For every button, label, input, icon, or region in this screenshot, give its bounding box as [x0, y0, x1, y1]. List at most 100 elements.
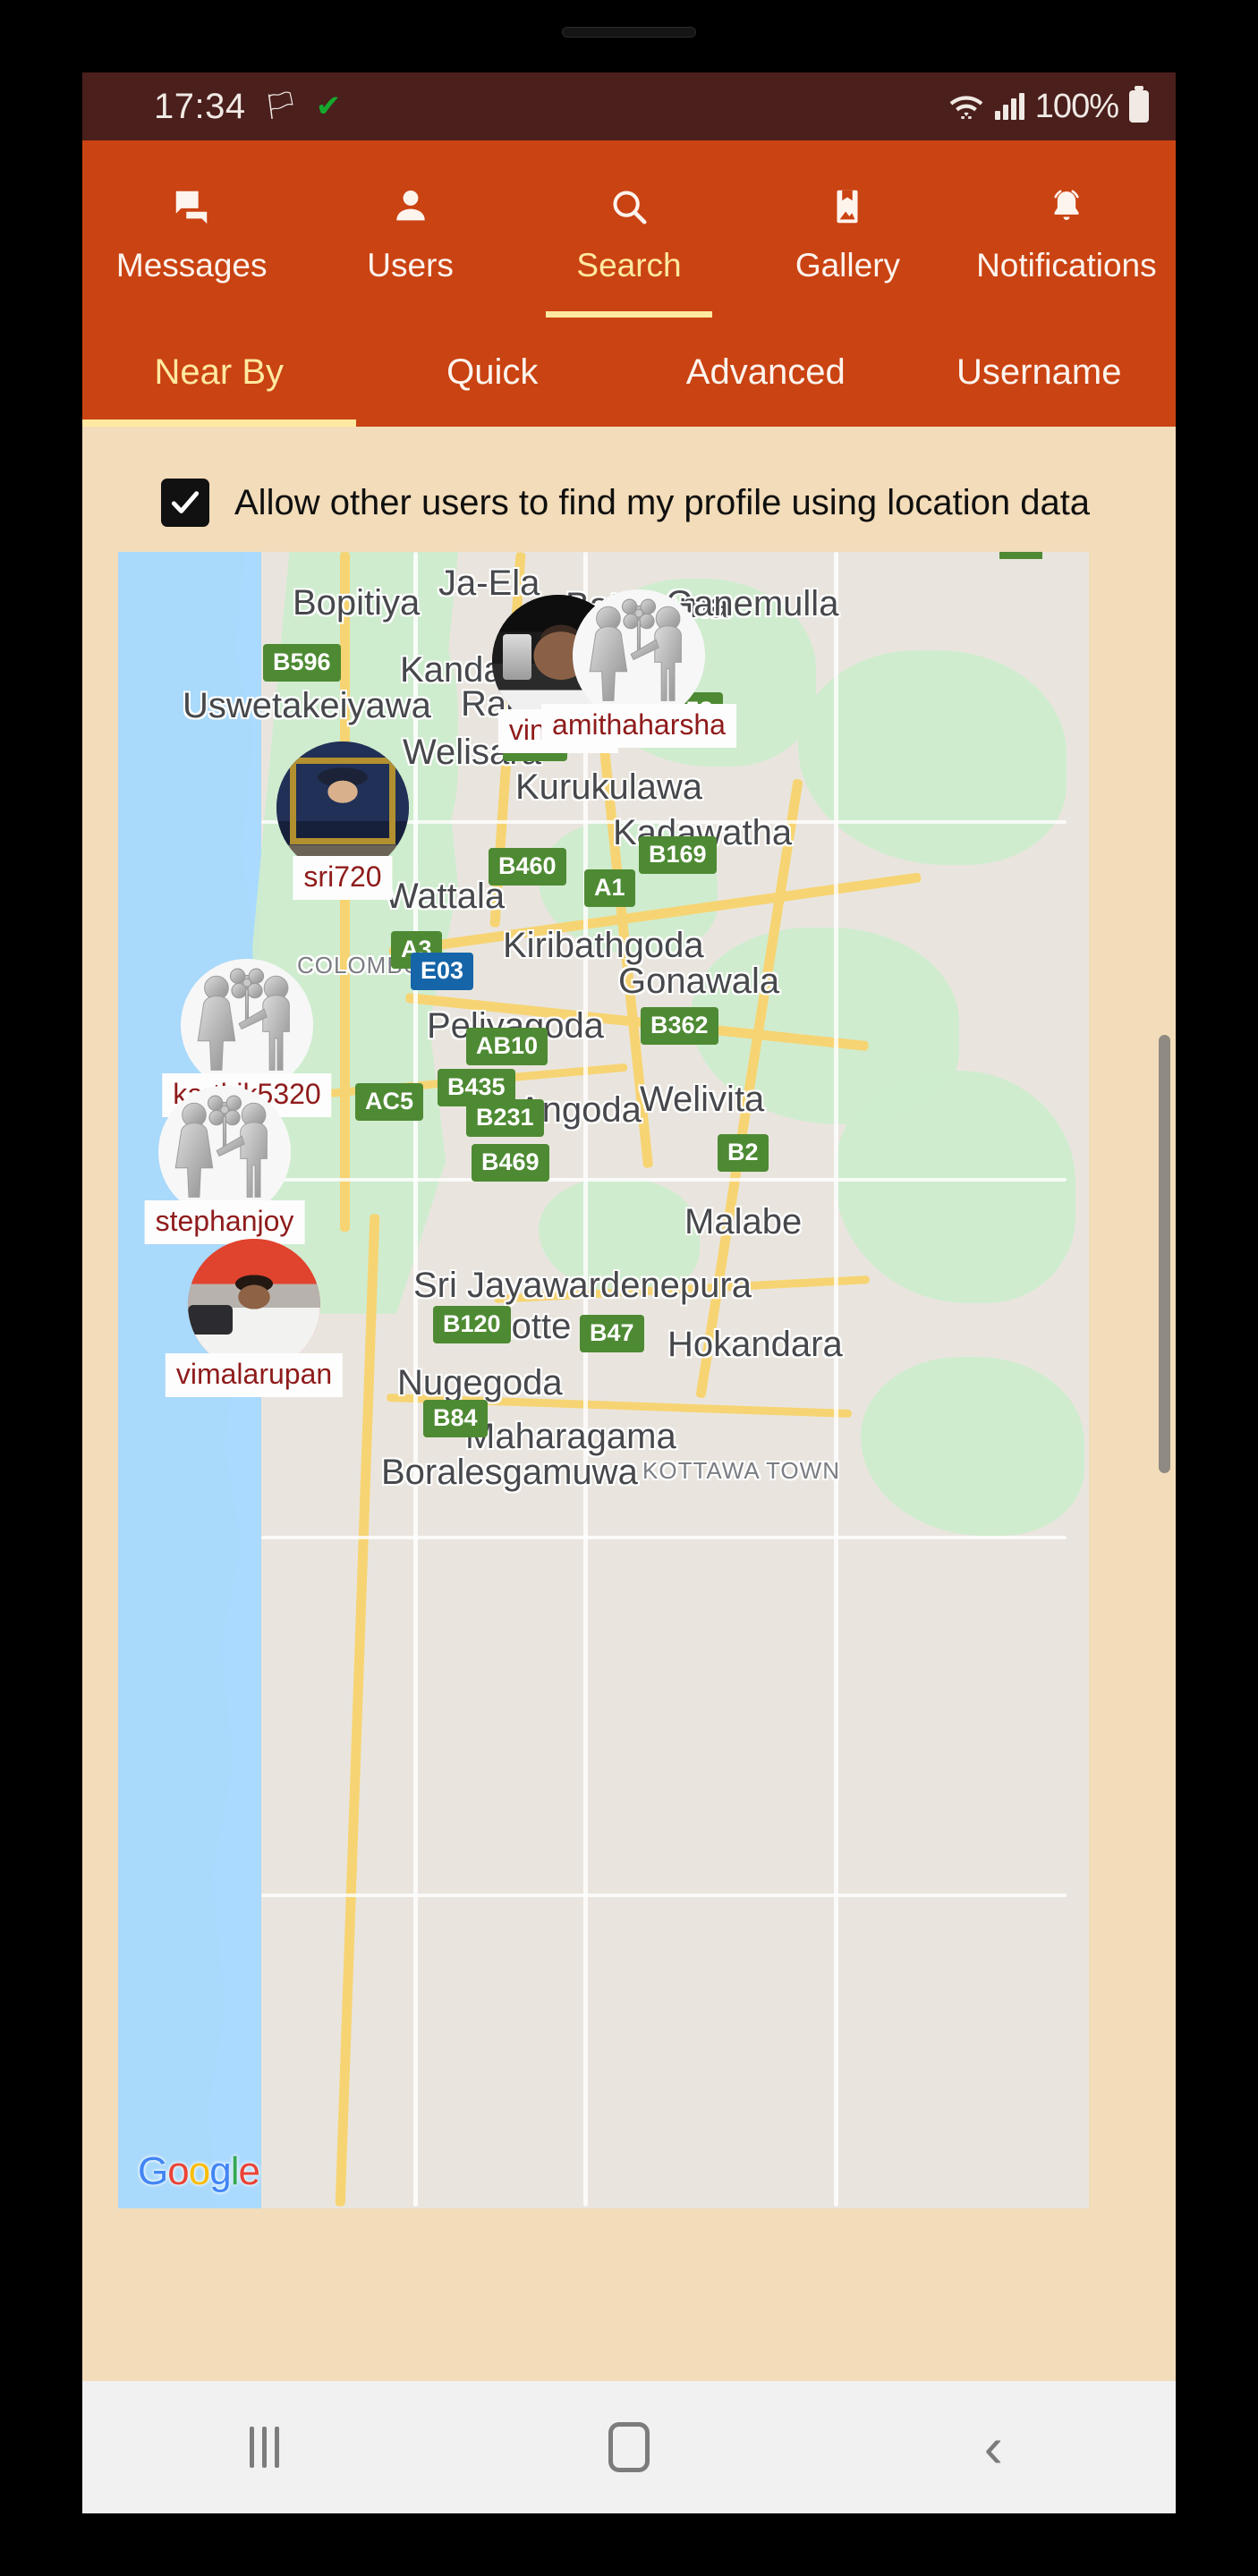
- back-icon: ‹: [983, 2414, 1003, 2479]
- map-green-area: [834, 1071, 1075, 1303]
- google-attribution-logo: Google: [138, 2149, 260, 2194]
- subtab-username[interactable]: Username: [903, 318, 1177, 427]
- subtab-near-by-label: Near By: [154, 352, 285, 392]
- map-route-shield: B362: [641, 1007, 718, 1045]
- map-route-shield: B460: [489, 848, 566, 886]
- map-user-marker[interactable]: amithaharsha: [541, 589, 736, 748]
- google-logo-letter: g: [209, 2149, 232, 2193]
- map-route-shield: B2: [718, 1134, 769, 1172]
- map-route-shield: B169: [639, 836, 717, 874]
- battery-percent-label: 100%: [1034, 87, 1119, 125]
- tab-notifications-label: Notifications: [976, 247, 1157, 284]
- status-bar: 17:34 🏳 ✔ 100%: [82, 72, 1176, 140]
- google-logo-letter: G: [138, 2149, 168, 2193]
- tab-users-label: Users: [367, 247, 454, 284]
- map-place-label: Sri Jayawardenepura: [413, 1266, 752, 1305]
- placeholder-couple-avatar[interactable]: [573, 589, 705, 722]
- tab-notifications[interactable]: Notifications: [957, 140, 1176, 318]
- map-user-marker[interactable]: stephanjoy: [144, 1086, 305, 1244]
- map-place-label: KOTTAWA TOWN: [642, 1457, 840, 1484]
- recents-icon: [250, 2427, 280, 2468]
- map-place-label: Maharagama: [465, 1417, 676, 1456]
- recents-button[interactable]: [198, 2381, 332, 2513]
- subtab-quick[interactable]: Quick: [356, 318, 630, 427]
- google-logo-letter: e: [238, 2149, 260, 2193]
- wifi-icon: [948, 91, 984, 122]
- location-consent-checkbox[interactable]: [161, 479, 209, 527]
- placeholder-couple-avatar[interactable]: [181, 959, 313, 1091]
- avatar-photo: [276, 741, 409, 874]
- map-road-minor: [261, 1536, 1067, 1539]
- map-place-label: Kiribathgoda: [503, 926, 704, 965]
- map-road-minor: [261, 1178, 1067, 1182]
- map-place-label: Nugegoda: [397, 1363, 563, 1402]
- search-subtab-bar: Near By Quick Advanced Username: [82, 318, 1176, 427]
- bell-icon: [1046, 186, 1087, 227]
- user-photo-avatar[interactable]: [188, 1239, 320, 1371]
- map-user-marker[interactable]: vimalarupan: [165, 1239, 344, 1397]
- map-place-label: Hokandara: [667, 1325, 843, 1364]
- map-place-label: Welivita: [640, 1080, 765, 1119]
- tab-search-label: Search: [576, 247, 682, 284]
- map-user-marker-username: vimalarupan: [165, 1353, 344, 1397]
- tab-gallery[interactable]: Gallery: [738, 140, 956, 318]
- map-road-minor: [834, 552, 838, 2207]
- phone-screenshot: 17:34 🏳 ✔ 100% Messages Users Search Gal…: [0, 0, 1258, 2576]
- map-green-area: [861, 1357, 1084, 1536]
- tab-messages[interactable]: Messages: [82, 140, 301, 318]
- map-user-marker-username: stephanjoy: [144, 1200, 305, 1244]
- map-route-shield: B84: [423, 1400, 488, 1437]
- user-photo-avatar[interactable]: [276, 741, 409, 874]
- map-road-minor: [261, 1894, 1067, 1897]
- subtab-near-by[interactable]: Near By: [82, 318, 356, 427]
- subtab-username-label: Username: [956, 352, 1122, 392]
- map-route-shield: B596: [263, 644, 341, 682]
- back-button[interactable]: ‹: [926, 2381, 1060, 2513]
- map-route-shield: AC5: [355, 1083, 424, 1121]
- user-icon: [390, 186, 431, 227]
- status-bar-clock: 17:34: [154, 86, 246, 126]
- device-notch: [562, 27, 696, 38]
- map-place-label: Bopitiya: [293, 583, 421, 623]
- map-green-area: [798, 650, 1067, 865]
- map-route-shield: B469: [472, 1144, 549, 1182]
- map-place-label: Malabe: [684, 1202, 803, 1241]
- subtab-quick-label: Quick: [446, 352, 539, 392]
- location-consent-row[interactable]: Allow other users to find my profile usi…: [82, 462, 1176, 548]
- battery-full-icon: [1129, 90, 1149, 123]
- messages-icon: [171, 186, 212, 227]
- map-route-shield: B47: [580, 1315, 644, 1352]
- subtab-advanced[interactable]: Advanced: [629, 318, 903, 427]
- cellular-signal-icon: [994, 93, 1024, 120]
- system-navigation-bar: ‹: [82, 2381, 1176, 2513]
- map-route-shield: B120: [433, 1306, 511, 1343]
- map-user-marker-username: amithaharsha: [541, 704, 736, 748]
- tab-users[interactable]: Users: [301, 140, 519, 318]
- map-place-label: Boralesgamuwa: [381, 1453, 638, 1492]
- flag-icon: 🏳: [263, 91, 298, 121]
- green-check-icon: ✔: [315, 89, 342, 123]
- home-button[interactable]: [562, 2381, 696, 2513]
- home-icon: [608, 2422, 650, 2472]
- status-bar-right: 100%: [948, 88, 1149, 126]
- search-icon: [608, 186, 650, 227]
- checkmark-icon: [171, 491, 200, 513]
- map-place-label: Gonawala: [618, 962, 780, 1001]
- map-route-shield: B231: [466, 1099, 544, 1137]
- device-viewport: 17:34 🏳 ✔ 100% Messages Users Search Gal…: [82, 72, 1176, 2513]
- nearby-map[interactable]: BopitiyaJa-ElaBatagamaGanemullaKandanaUs…: [118, 552, 1089, 2208]
- map-user-marker[interactable]: karthik5320: [162, 959, 332, 1117]
- main-tab-bar: Messages Users Search Gallery Notificati…: [82, 140, 1176, 318]
- gallery-icon: [827, 186, 868, 227]
- tab-search[interactable]: Search: [520, 140, 738, 318]
- map-user-marker[interactable]: sri720: [276, 741, 409, 900]
- placeholder-couple-avatar[interactable]: [158, 1086, 291, 1218]
- map-route-shield: A1: [584, 869, 635, 907]
- page-scrollbar[interactable]: [1159, 1035, 1170, 1473]
- status-bar-left: 17:34 🏳 ✔: [154, 87, 341, 127]
- map-place-label: Uswetakeiyawa: [183, 686, 431, 725]
- subtab-advanced-label: Advanced: [685, 352, 846, 392]
- tab-gallery-label: Gallery: [795, 247, 901, 284]
- map-route-shield: AB10: [466, 1028, 548, 1065]
- google-logo-letter: o: [167, 2149, 190, 2193]
